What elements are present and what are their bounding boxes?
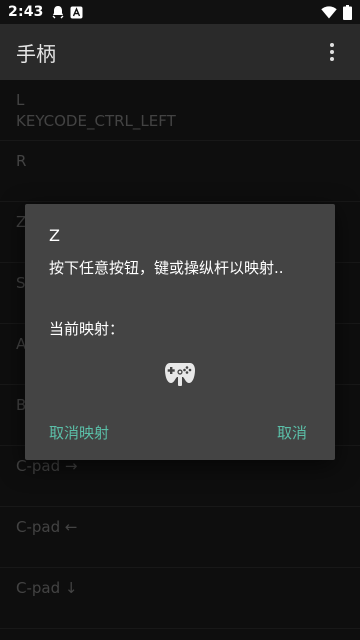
cancel-button[interactable]: 取消 bbox=[277, 422, 307, 443]
status-bar: 2:43 bbox=[0, 0, 360, 24]
menu-dot bbox=[330, 43, 334, 47]
app-title: 手柄 bbox=[16, 41, 56, 66]
current-mapping-label: 当前映射： bbox=[49, 320, 125, 338]
gamepad-icon bbox=[164, 356, 196, 388]
status-notification-icons bbox=[52, 5, 83, 19]
dialog-title: Z bbox=[49, 226, 60, 245]
menu-dot bbox=[330, 57, 334, 61]
overflow-menu-icon[interactable] bbox=[320, 40, 344, 64]
wifi-icon bbox=[321, 5, 337, 19]
app-notification-icon bbox=[70, 6, 83, 19]
battery-icon bbox=[343, 4, 352, 20]
menu-dot bbox=[330, 50, 334, 54]
status-left: 2:43 bbox=[8, 4, 83, 20]
dialog-message: 按下任意按钮，键或操纵杆以映射.. bbox=[49, 259, 284, 277]
unmap-button[interactable]: 取消映射 bbox=[49, 422, 109, 443]
status-time: 2:43 bbox=[8, 4, 44, 20]
app-bar: 手柄 bbox=[0, 24, 360, 80]
status-right bbox=[321, 4, 352, 20]
mapping-dialog: Z 按下任意按钮，键或操纵杆以映射.. 当前映射： 取消映射 取消 bbox=[25, 204, 335, 460]
notification-icon bbox=[52, 5, 64, 19]
